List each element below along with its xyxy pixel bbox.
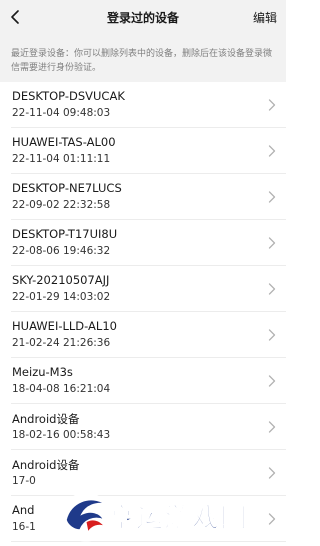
device-name: Meizu-M3s — [12, 365, 73, 379]
device-name: DESKTOP-DSVUCAK — [12, 89, 125, 103]
device-login-time: 22-08-06 19:46:32 — [12, 245, 111, 257]
device-login-time: 17-0 — [12, 475, 36, 487]
device-name: Android设备 — [12, 458, 80, 472]
device-name: HUAWEI-TAS-AL00 — [12, 135, 116, 149]
device-name: DESKTOP-T17UI8U — [12, 227, 118, 241]
chevron-right-icon — [268, 421, 276, 433]
device-item[interactable]: Android设备 18-02-16 00:58:43 — [0, 404, 286, 450]
device-name: And — [12, 503, 35, 517]
chevron-left-icon — [11, 10, 19, 24]
dragon-logo-icon — [61, 492, 111, 542]
device-name: Android设备 — [12, 412, 80, 426]
device-login-time: 22-11-04 01:11:11 — [12, 153, 111, 165]
device-item[interactable]: DESKTOP-NE7LUCS 22-09-02 22:32:58 — [0, 174, 286, 220]
chevron-right-icon — [268, 467, 276, 479]
device-item[interactable]: SKY-20210507AJJ 22-01-29 14:03:02 — [0, 266, 286, 312]
watermark-text: 亨运游戏网 — [108, 503, 248, 535]
device-login-time: 16-1 — [12, 521, 36, 533]
notice-text: 最近登录设备：你可以删除列表中的设备，删除后在该设备登录微信需要进行身份验证。 — [0, 37, 286, 82]
chevron-right-icon — [268, 329, 276, 341]
chevron-right-icon — [268, 99, 276, 111]
page-title: 登录过的设备 — [106, 11, 179, 25]
nav-header: 登录过的设备 编辑 — [0, 0, 286, 37]
device-login-time: 22-11-04 09:48:03 — [12, 107, 111, 119]
device-login-time: 18-04-08 16:21:04 — [12, 383, 111, 395]
site-watermark: 亨运游戏网 — [56, 482, 286, 546]
chevron-right-icon — [268, 237, 276, 249]
device-login-time: 22-01-29 14:03:02 — [12, 291, 111, 303]
device-item[interactable]: DESKTOP-T17UI8U 22-08-06 19:46:32 — [0, 220, 286, 266]
chevron-right-icon — [268, 191, 276, 203]
device-name: DESKTOP-NE7LUCS — [12, 181, 122, 195]
chevron-right-icon — [268, 283, 276, 295]
device-item[interactable]: Meizu-M3s 18-04-08 16:21:04 — [0, 358, 286, 404]
device-item[interactable]: DESKTOP-DSVUCAK 22-11-04 09:48:03 — [0, 82, 286, 128]
device-name: SKY-20210507AJJ — [12, 273, 110, 287]
device-login-time: 21-02-24 21:26:36 — [12, 337, 111, 349]
device-list: DESKTOP-DSVUCAK 22-11-04 09:48:03 HUAWEI… — [0, 82, 286, 542]
device-item[interactable]: HUAWEI-LLD-AL10 21-02-24 21:26:36 — [0, 312, 286, 358]
device-login-time: 22-09-02 22:32:58 — [12, 199, 111, 211]
device-login-time: 18-02-16 00:58:43 — [12, 429, 111, 441]
chevron-right-icon — [268, 375, 276, 387]
device-name: HUAWEI-LLD-AL10 — [12, 319, 117, 333]
chevron-right-icon — [268, 145, 276, 157]
edit-button[interactable]: 编辑 — [253, 9, 277, 26]
back-button[interactable] — [4, 4, 26, 30]
devices-page: 登录过的设备 编辑 最近登录设备：你可以删除列表中的设备，删除后在该设备登录微信… — [0, 0, 286, 546]
device-item[interactable]: HUAWEI-TAS-AL00 22-11-04 01:11:11 — [0, 128, 286, 174]
